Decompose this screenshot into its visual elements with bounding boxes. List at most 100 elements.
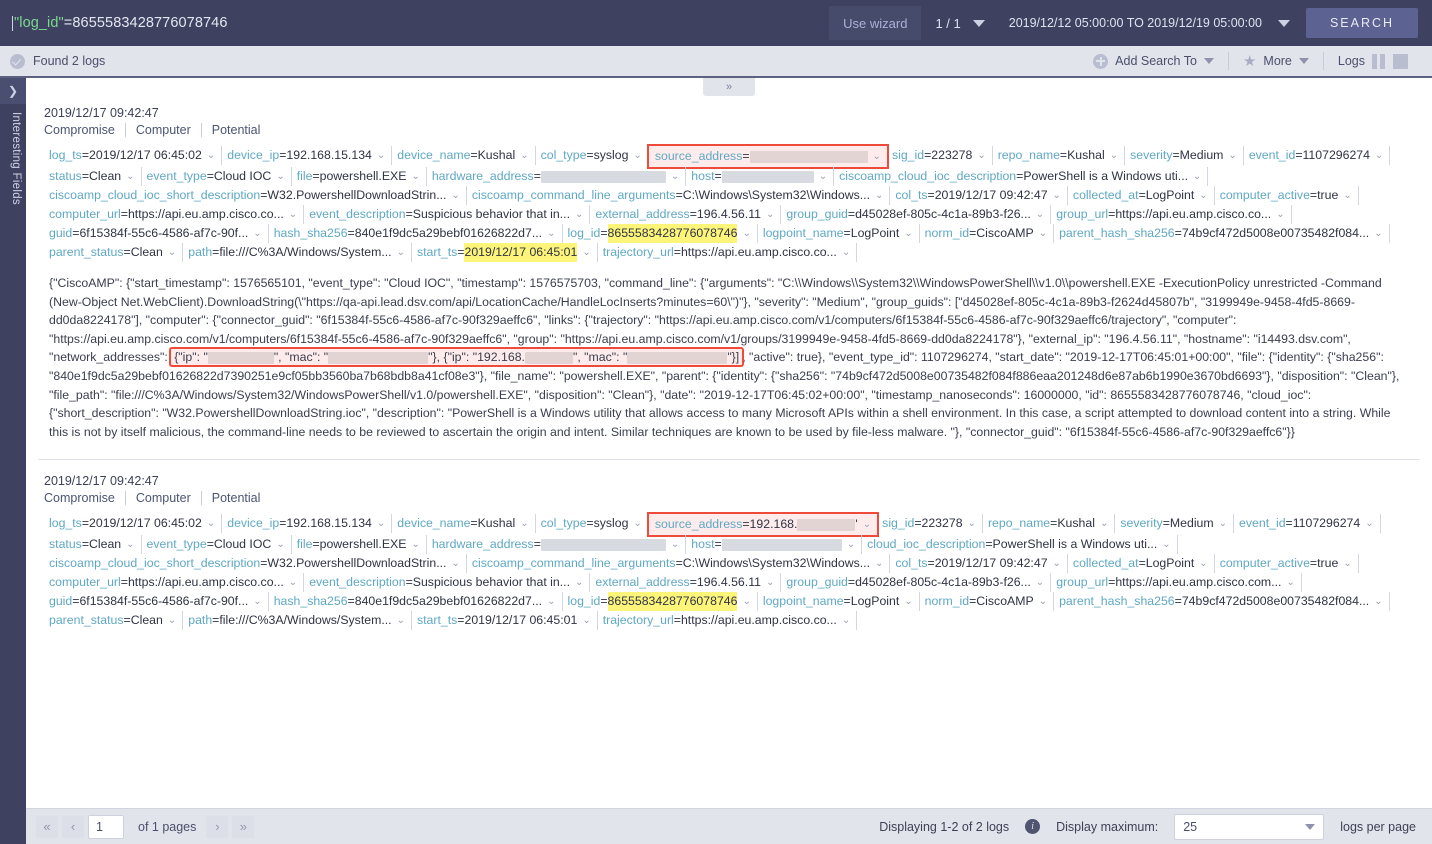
log-field-group-guid[interactable]: group_guid=d45028ef-805c-4c1a-89b3-f26..…: [781, 573, 1051, 592]
chevron-down-icon[interactable]: ⌄: [633, 514, 641, 533]
log-field-external-address[interactable]: external_address=196.4.56.11⌄: [590, 573, 781, 592]
chevron-down-icon[interactable]: ⌄: [904, 224, 912, 243]
chevron-down-icon[interactable]: ⌄: [253, 592, 261, 611]
log-field-col-ts[interactable]: col_ts=2019/12/17 09:42:47⌄: [890, 186, 1068, 205]
chevron-down-icon[interactable]: ⌄: [1276, 205, 1284, 224]
chevron-down-icon[interactable]: ⌄: [520, 146, 528, 165]
chevron-down-icon[interactable]: ⌄: [451, 186, 459, 205]
chevron-down-icon[interactable]: ⌄: [397, 611, 405, 630]
log-field-source-address[interactable]: source_address=⌄: [649, 146, 887, 167]
log-field-group-guid[interactable]: group_guid=d45028ef-805c-4c1a-89b3-f26..…: [781, 205, 1051, 224]
log-field-event-id[interactable]: event_id=1107296274⌄: [1244, 146, 1391, 165]
log-field-log-ts[interactable]: log_ts=2019/12/17 06:45:02⌄: [44, 514, 222, 533]
log-field-ciscoamp-command-line-arguments[interactable]: ciscoamp_command_line_arguments=C:\Windo…: [467, 554, 891, 573]
log-field-severity[interactable]: severity=Medium⌄: [1115, 514, 1234, 533]
chevron-down-icon[interactable]: ⌄: [766, 205, 774, 224]
log-field-log-id[interactable]: log_id=8655583428776078746⌄: [563, 224, 758, 243]
log-field-parent-hash-sha256[interactable]: parent_hash_sha256=74b9cf472d5008e007354…: [1054, 224, 1390, 243]
chevron-down-icon[interactable]: ⌄: [1199, 186, 1207, 205]
first-page-button[interactable]: «: [36, 816, 58, 838]
chevron-down-icon[interactable]: ⌄: [547, 224, 555, 243]
time-range-selector[interactable]: 2019/12/12 05:00:00 TO 2019/12/19 05:00:…: [999, 16, 1296, 30]
log-field-ciscoamp-command-line-arguments[interactable]: ciscoamp_command_line_arguments=C:\Windo…: [467, 186, 891, 205]
chevron-down-icon[interactable]: ⌄: [671, 167, 679, 186]
collapse-panel-button[interactable]: »: [703, 78, 755, 96]
chevron-down-icon[interactable]: ⌄: [875, 554, 883, 573]
chevron-down-icon[interactable]: ⌄: [126, 167, 134, 186]
chevron-down-icon[interactable]: ⌄: [1219, 514, 1227, 533]
log-field-status[interactable]: status=Clean⌄: [44, 167, 142, 186]
chevron-down-icon[interactable]: ⌄: [1374, 592, 1382, 611]
log-field-parent-status[interactable]: parent_status=Clean⌄: [44, 611, 183, 630]
chevron-down-icon[interactable]: ⌄: [168, 243, 176, 262]
log-field-col-ts[interactable]: col_ts=2019/12/17 09:42:47⌄: [890, 554, 1068, 573]
taxonomy-item[interactable]: Potential: [201, 491, 271, 505]
chevron-down-icon[interactable]: ⌄: [1162, 535, 1170, 554]
log-field-col-type[interactable]: col_type=syslog⌄: [536, 514, 649, 533]
log-field-host[interactable]: host=⌄: [686, 167, 834, 186]
log-field-device-ip[interactable]: device_ip=192.168.15.134⌄: [222, 146, 392, 165]
chevron-down-icon[interactable]: ⌄: [451, 554, 459, 573]
chevron-down-icon[interactable]: ⌄: [1053, 186, 1061, 205]
log-field-event-description[interactable]: event_description=Suspicious behavior th…: [304, 573, 590, 592]
log-field-file[interactable]: file=powershell.EXE⌄: [292, 535, 427, 554]
log-field-parent-status[interactable]: parent_status=Clean⌄: [44, 243, 183, 262]
chevron-down-icon[interactable]: ⌄: [1053, 554, 1061, 573]
log-field-source-address[interactable]: source_address=192.168.'⌄: [649, 514, 877, 535]
chevron-down-icon[interactable]: ⌄: [411, 167, 419, 186]
log-field-logpoint-name[interactable]: logpoint_name=LogPoint⌄: [758, 224, 920, 243]
chevron-down-icon[interactable]: ⌄: [1039, 224, 1047, 243]
chevron-down-icon[interactable]: ⌄: [276, 535, 284, 554]
log-field-repo-name[interactable]: repo_name=Kushal⌄: [983, 514, 1115, 533]
chevron-down-icon[interactable]: ⌄: [1199, 554, 1207, 573]
log-field-severity[interactable]: severity=Medium⌄: [1125, 146, 1244, 165]
log-field-device-name[interactable]: device_name=Kushal⌄: [392, 146, 535, 165]
chevron-down-icon[interactable]: ⌄: [1365, 514, 1373, 533]
log-field-norm-id[interactable]: norm_id=CiscoAMP⌄: [920, 592, 1054, 611]
log-field-host[interactable]: host=⌄: [686, 535, 862, 554]
log-field-log-ts[interactable]: log_ts=2019/12/17 06:45:02⌄: [44, 146, 222, 165]
log-field-event-type[interactable]: event_type=Cloud IOC⌄: [142, 167, 292, 186]
chevron-down-icon[interactable]: ⌄: [397, 243, 405, 262]
chevron-down-icon[interactable]: ⌄: [253, 224, 261, 243]
log-field-group-url[interactable]: group_url=https://api.eu.amp.cisco.co...…: [1051, 205, 1291, 224]
taxonomy-item[interactable]: Computer: [125, 491, 201, 505]
chevron-down-icon[interactable]: ⌄: [873, 147, 881, 166]
log-field-device-ip[interactable]: device_ip=192.168.15.134⌄: [222, 514, 392, 533]
query-page-selector[interactable]: 1 / 1: [921, 16, 998, 31]
logs-view-toggle[interactable]: Logs: [1324, 54, 1422, 69]
log-field-computer-active[interactable]: computer_active=true⌄: [1215, 554, 1359, 573]
log-field-logpoint-name[interactable]: logpoint_name=LogPoint⌄: [758, 592, 920, 611]
search-button[interactable]: SEARCH: [1306, 8, 1418, 38]
taxonomy-item[interactable]: Compromise: [44, 491, 125, 505]
taxonomy-item[interactable]: Potential: [201, 123, 271, 137]
log-field-ciscoamp-cloud-ioc-description[interactable]: ciscoamp_cloud_ioc_description=PowerShel…: [834, 167, 1208, 186]
chevron-down-icon[interactable]: ⌄: [126, 535, 134, 554]
chevron-down-icon[interactable]: ⌄: [1228, 146, 1236, 165]
info-icon[interactable]: i: [1025, 819, 1040, 834]
log-field-sig-id[interactable]: sig_id=223278⌄: [877, 514, 983, 533]
chevron-down-icon[interactable]: ⌄: [842, 243, 850, 262]
next-page-button[interactable]: ›: [206, 816, 228, 838]
log-field-file[interactable]: file=powershell.EXE⌄: [292, 167, 427, 186]
chevron-down-icon[interactable]: ⌄: [1343, 554, 1351, 573]
split-view-icon[interactable]: [1372, 54, 1408, 69]
chevron-down-icon[interactable]: ⌄: [1110, 146, 1118, 165]
chevron-down-icon[interactable]: ⌄: [875, 186, 883, 205]
log-field-trajectory-url[interactable]: trajectory_url=https://api.eu.amp.cisco.…: [598, 611, 858, 630]
log-field-hash-sha256[interactable]: hash_sha256=840e1f9dc5a29bebf01626822d7.…: [269, 592, 563, 611]
log-field-event-description[interactable]: event_description=Suspicious behavior th…: [304, 205, 590, 224]
log-field-start-ts[interactable]: start_ts=2019/12/17 06:45:01⌄: [412, 243, 598, 262]
search-query-input[interactable]: "log_id"=8655583428776078746: [0, 0, 829, 46]
log-field-start-ts[interactable]: start_ts=2019/12/17 06:45:01⌄: [412, 611, 598, 630]
log-field-norm-id[interactable]: norm_id=CiscoAMP⌄: [920, 224, 1054, 243]
log-field-trajectory-url[interactable]: trajectory_url=https://api.eu.amp.cisco.…: [598, 243, 858, 262]
full-view-icon[interactable]: [1393, 54, 1408, 69]
log-field-path[interactable]: path=file:///C%3A/Windows/System...⌄: [183, 243, 412, 262]
chevron-down-icon[interactable]: ⌄: [1193, 167, 1201, 186]
chevron-down-icon[interactable]: ⌄: [1039, 592, 1047, 611]
log-field-ciscoamp-cloud-ioc-short-description[interactable]: ciscoamp_cloud_ioc_short_description=W32…: [44, 554, 467, 573]
chevron-down-icon[interactable]: ⌄: [575, 205, 583, 224]
chevron-down-icon[interactable]: ⌄: [289, 205, 297, 224]
chevron-down-icon[interactable]: ⌄: [977, 146, 985, 165]
